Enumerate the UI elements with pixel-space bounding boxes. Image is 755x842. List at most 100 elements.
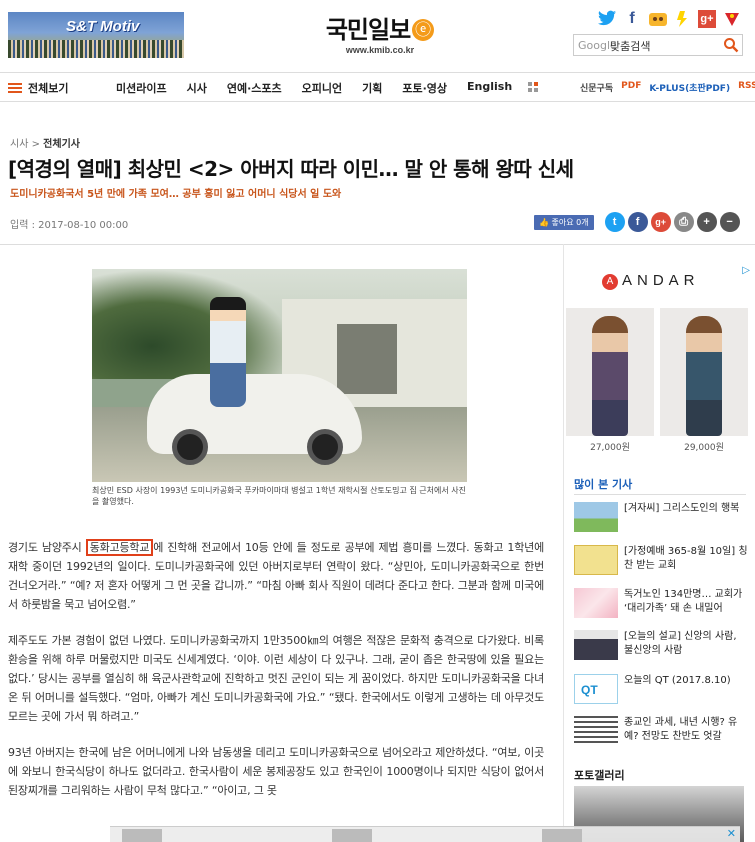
kakaostory-icon[interactable]: [648, 10, 667, 28]
main-nav: 전체보기 미션라이프 시사 연예·스포츠 오피니언 기획 포토·영상 Engli…: [0, 72, 755, 102]
most-viewed-divider: [574, 494, 746, 495]
sidebar-divider: [563, 244, 564, 842]
article-thumbnail: [574, 630, 618, 660]
breadcrumb-separator: >: [31, 139, 40, 150]
article-subtitle: 도미니카공화국서 5년 만에 가족 모여… 공부 흥미 잃고 어머니 식당서 일…: [10, 189, 342, 200]
logo-name: 국민일보: [325, 16, 411, 44]
article-body: 경기도 남양주시 동화고등학교 에 진학해 전교에서 10등 안에 들 정도로 공…: [8, 538, 544, 817]
most-viewed-link[interactable]: [가정예배 365-8월 10일] 칭찬 받는 교회: [624, 545, 748, 573]
logo-url: www.kmib.co.kr: [345, 45, 415, 55]
nav-menu: 미션라이프 시사 연예·스포츠 오피니언 기획 포토·영상 English: [116, 80, 532, 96]
sponsor-banner[interactable]: S&T Motiv: [8, 12, 184, 58]
bottom-ad-bar[interactable]: ✕: [110, 826, 740, 842]
paragraph-2: 제주도도 가본 경험이 없던 나였다. 도미니카공화국까지 1만3500㎞의 여…: [8, 634, 544, 723]
photo-wheel: [307, 429, 343, 465]
nav-item-entertainment[interactable]: 연예·스포츠: [227, 80, 282, 96]
gift-icon[interactable]: [723, 10, 741, 28]
ad-model-image: [592, 316, 628, 436]
breadcrumb-section[interactable]: 시사: [10, 139, 28, 150]
header-divider: [0, 244, 755, 245]
font-decrease-icon[interactable]: −: [719, 212, 740, 232]
site-header: S&T Motiv 국민일보 ⓔ www.kmib.co.kr f g+ Goog…: [0, 0, 755, 68]
most-viewed-link[interactable]: [오늘의 설교] 신앙의 사람, 불신앙의 사람: [624, 630, 748, 658]
share-googleplus-icon[interactable]: g+: [650, 212, 671, 232]
most-viewed-item[interactable]: QT 오늘의 QT (2017.8.10): [574, 674, 748, 714]
ad-brand: A ANDAR: [602, 272, 700, 290]
share-twitter-icon[interactable]: t: [604, 212, 625, 232]
most-viewed-link[interactable]: [겨자씨] 그리스도인의 행복: [624, 502, 748, 516]
photo-doorway: [337, 324, 397, 394]
banner-crowd-image: [8, 40, 184, 58]
kakao-icon[interactable]: [673, 10, 691, 28]
bottom-ad-thumbnail[interactable]: [122, 829, 162, 842]
paragraph-1: 경기도 남양주시 동화고등학교 에 진학해 전교에서 10등 안에 들 정도로 공…: [8, 538, 544, 614]
paragraph-1-pre: 경기도 남양주시: [8, 541, 86, 554]
site-logo[interactable]: 국민일보 ⓔ www.kmib.co.kr: [300, 10, 460, 55]
article-photo: [92, 269, 467, 482]
search-input[interactable]: 맞춤검색: [610, 38, 650, 54]
most-viewed-item[interactable]: 종교인 과세, 내년 시행? 유예? 전망도 찬반도 엇갈: [574, 716, 748, 756]
print-icon[interactable]: ⎙: [673, 212, 694, 232]
most-viewed-title: 많이 본 기사: [574, 478, 633, 491]
rss-link[interactable]: RSS: [738, 81, 755, 94]
hamburger-icon: [8, 83, 22, 93]
nav-item-photo-video[interactable]: 포토·영상: [402, 80, 447, 96]
ad-product[interactable]: [566, 308, 654, 436]
nav-right-links: 신문구독 PDF K-PLUS(초판PDF) RSS: [580, 81, 755, 94]
logo-mark-icon: ⓔ: [412, 19, 435, 41]
paragraph-3: 93년 아버지는 한국에 남은 어머니에게 나와 남동생을 데리고 도미니카공화…: [8, 746, 544, 797]
photo-gallery-title: 포토갤러리: [574, 769, 625, 782]
ad-brand-name: ANDAR: [622, 272, 700, 289]
article-thumbnail: [574, 716, 618, 746]
most-viewed-item[interactable]: [오늘의 설교] 신앙의 사람, 불신앙의 사람: [574, 630, 748, 670]
all-menu-button[interactable]: 전체보기: [8, 80, 68, 96]
social-icons: f g+: [598, 10, 741, 28]
article-title: [역경의 열매] 최상민 <2> 아버지 따라 이민… 말 안 통해 왕따 신세: [8, 157, 574, 181]
font-increase-icon[interactable]: +: [696, 212, 717, 232]
article-thumbnail: [574, 545, 618, 575]
close-icon[interactable]: ✕: [727, 827, 736, 840]
ad-price: 29,000원: [684, 443, 724, 453]
most-viewed-link[interactable]: 종교인 과세, 내년 시행? 유예? 전망도 찬반도 엇갈: [624, 716, 748, 744]
pdf-link[interactable]: PDF: [621, 81, 641, 94]
most-viewed-item[interactable]: 독거노인 134만명… 교회가 ‘대리가족’ 돼 손 내밀어: [574, 588, 748, 628]
nav-item-feature[interactable]: 기획: [362, 80, 382, 96]
like-button[interactable]: 👍 좋아요 0개: [534, 214, 594, 230]
nav-item-missionlife[interactable]: 미션라이프: [116, 80, 167, 96]
all-menu-label: 전체보기: [28, 82, 69, 95]
most-viewed-link[interactable]: 독거노인 134만명… 교회가 ‘대리가족’ 돼 손 내밀어: [624, 588, 748, 616]
ad-product[interactable]: [660, 308, 748, 436]
photo-tree: [92, 269, 292, 379]
nav-item-english[interactable]: English: [467, 80, 512, 96]
subscribe-link[interactable]: 신문구독: [580, 81, 613, 94]
bottom-ad-thumbnail[interactable]: [332, 829, 372, 842]
photo-person: [210, 297, 246, 407]
google-plus-icon[interactable]: g+: [698, 10, 716, 28]
most-viewed-link[interactable]: 오늘의 QT (2017.8.10): [624, 674, 748, 688]
qt-thumb-text: QT: [581, 683, 598, 697]
facebook-icon[interactable]: f: [623, 10, 641, 28]
highlighted-school-name: 동화고등학교: [85, 539, 154, 556]
ad-model-image: [686, 316, 722, 436]
pin-icon[interactable]: [526, 80, 540, 97]
kplus-pdf-link[interactable]: K-PLUS(초판PDF): [649, 81, 730, 94]
breadcrumb-sub[interactable]: 전체기사: [43, 139, 80, 150]
share-facebook-icon[interactable]: f: [627, 212, 648, 232]
article-thumbnail: [574, 588, 618, 618]
ad-price: 27,000원: [590, 443, 630, 453]
breadcrumb: 시사 > 전체기사: [10, 135, 80, 150]
banner-title: S&T Motiv: [66, 18, 140, 35]
article-thumbnail: [574, 502, 618, 532]
nav-item-current[interactable]: 시사: [187, 80, 207, 96]
bottom-ad-thumbnail[interactable]: [542, 829, 582, 842]
search-box[interactable]: Google 맞춤검색: [573, 34, 743, 56]
like-label: 좋아요 0개: [551, 217, 589, 227]
twitter-icon[interactable]: [598, 10, 616, 28]
ad-choices-icon[interactable]: ▷: [742, 265, 750, 276]
most-viewed-item[interactable]: [가정예배 365-8월 10일] 칭찬 받는 교회: [574, 545, 748, 585]
most-viewed-item[interactable]: [겨자씨] 그리스도인의 행복: [574, 502, 748, 542]
search-icon[interactable]: [723, 37, 739, 53]
sidebar-ad[interactable]: ▷ A ANDAR 27,000원 29,000원: [566, 262, 750, 457]
ad-brand-logo-icon: A: [602, 274, 618, 290]
nav-item-opinion[interactable]: 오피니언: [302, 80, 342, 96]
